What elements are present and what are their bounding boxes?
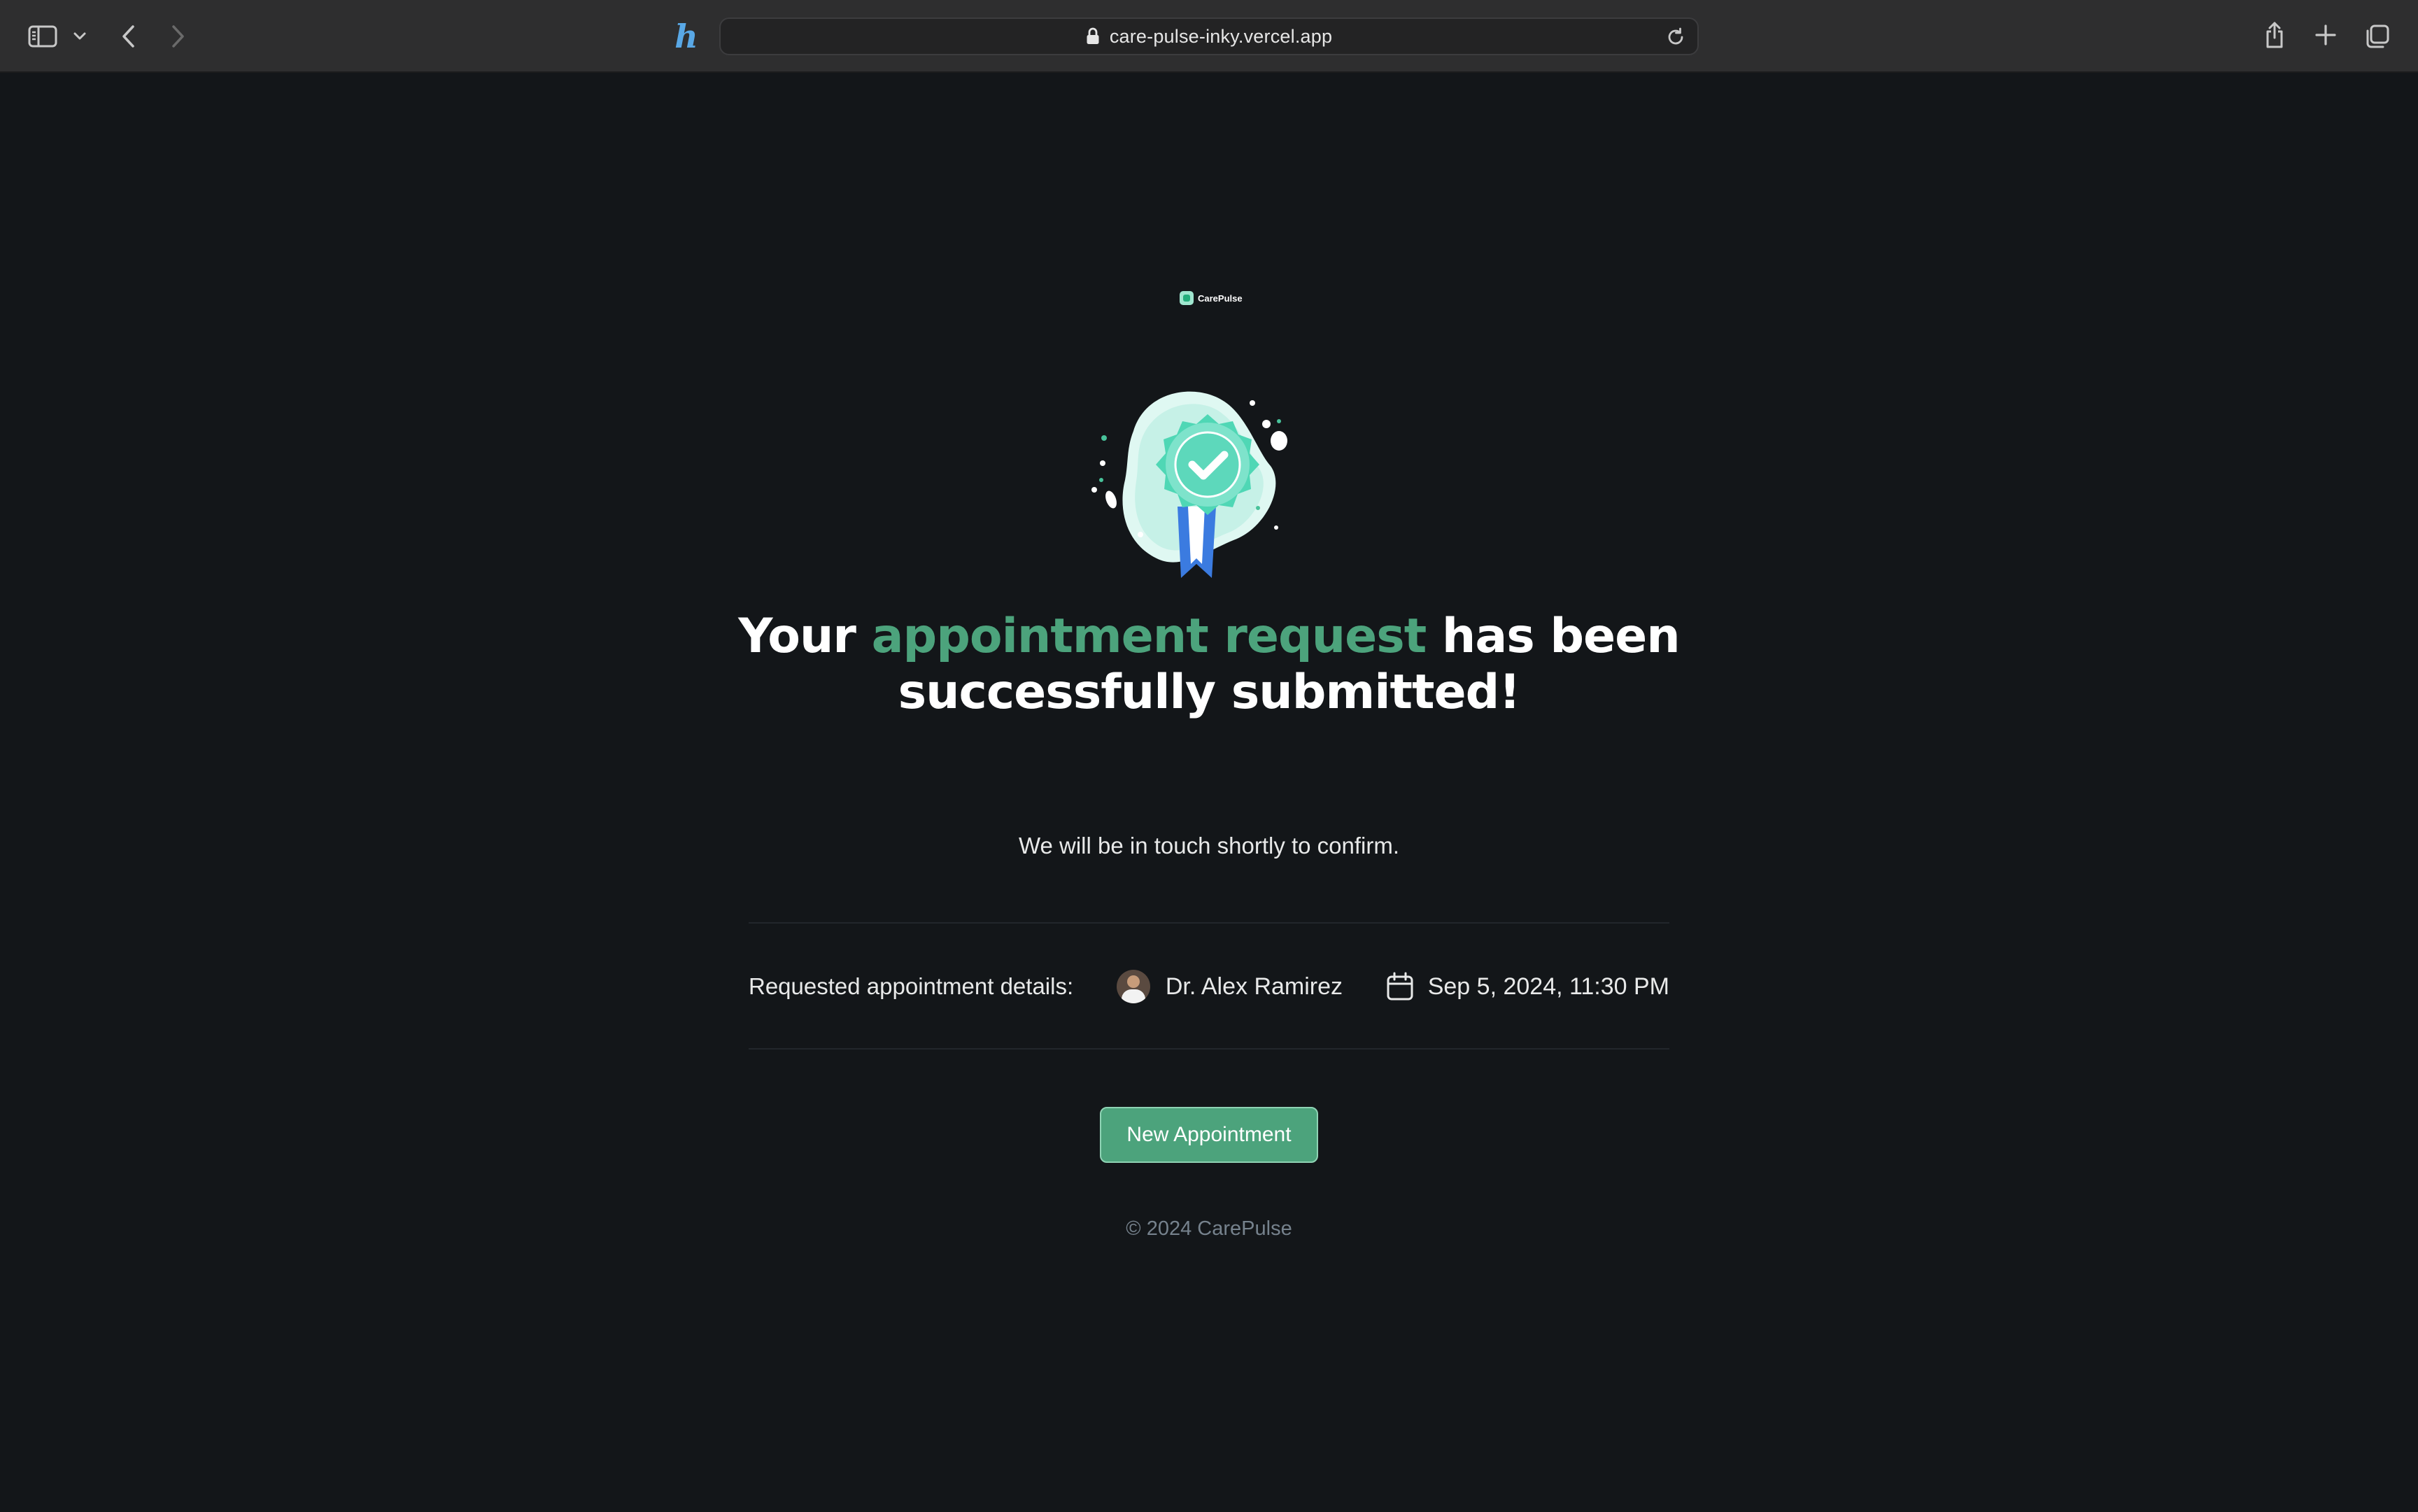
- chevron-down-icon[interactable]: [70, 27, 90, 46]
- carepulse-logo-icon: [1180, 291, 1194, 305]
- copyright-text: © 2024 CarePulse: [1126, 1217, 1292, 1240]
- reload-icon[interactable]: [1665, 27, 1686, 48]
- share-icon[interactable]: [2260, 17, 2289, 53]
- chevron-right-icon: [172, 25, 184, 48]
- doctor-name: Dr. Alex Ramirez: [1165, 973, 1343, 1000]
- back-button[interactable]: [115, 20, 143, 53]
- new-appointment-button[interactable]: New Appointment: [1100, 1107, 1318, 1163]
- divider-top: [749, 922, 1669, 924]
- lock-icon: [1087, 27, 1099, 44]
- extension-icon[interactable]: h: [670, 17, 702, 56]
- forward-button[interactable]: [164, 20, 192, 53]
- success-headline: Your appointment request has been succes…: [649, 609, 1769, 721]
- success-badge-icon: [1076, 375, 1328, 599]
- doctor-avatar: [1116, 970, 1150, 1003]
- success-subtitle: We will be in touch shortly to confirm.: [1018, 833, 1400, 859]
- browser-toolbar: h care-pulse-inky.vercel.app: [0, 0, 2418, 73]
- brand-logo[interactable]: CarePulse: [1180, 285, 1243, 311]
- appointment-date: Sep 5, 2024, 11:30 PM: [1427, 973, 1669, 1000]
- appointment-date-info: Sep 5, 2024, 11:30 PM: [1386, 972, 1669, 1001]
- sidebar-icon[interactable]: [25, 21, 60, 52]
- address-bar[interactable]: care-pulse-inky.vercel.app: [719, 17, 1699, 55]
- details-label: Requested appointment details:: [749, 973, 1074, 999]
- calendar-icon: [1387, 972, 1413, 1001]
- plus-icon: [2315, 24, 2336, 45]
- headline-accent: appointment request: [871, 609, 1427, 664]
- appointment-details: Requested appointment details: Dr. Alex …: [749, 961, 1669, 1012]
- doctor-info: Dr. Alex Ramirez: [1116, 970, 1343, 1003]
- headline-prefix: Your: [738, 609, 872, 664]
- new-tab-button[interactable]: [2312, 21, 2340, 49]
- chevron-left-icon: [122, 25, 134, 48]
- tab-overview-icon[interactable]: [2362, 21, 2393, 52]
- url-text: care-pulse-inky.vercel.app: [1109, 25, 1333, 47]
- divider-bottom: [749, 1048, 1669, 1050]
- brand-name: CarePulse: [1198, 292, 1243, 304]
